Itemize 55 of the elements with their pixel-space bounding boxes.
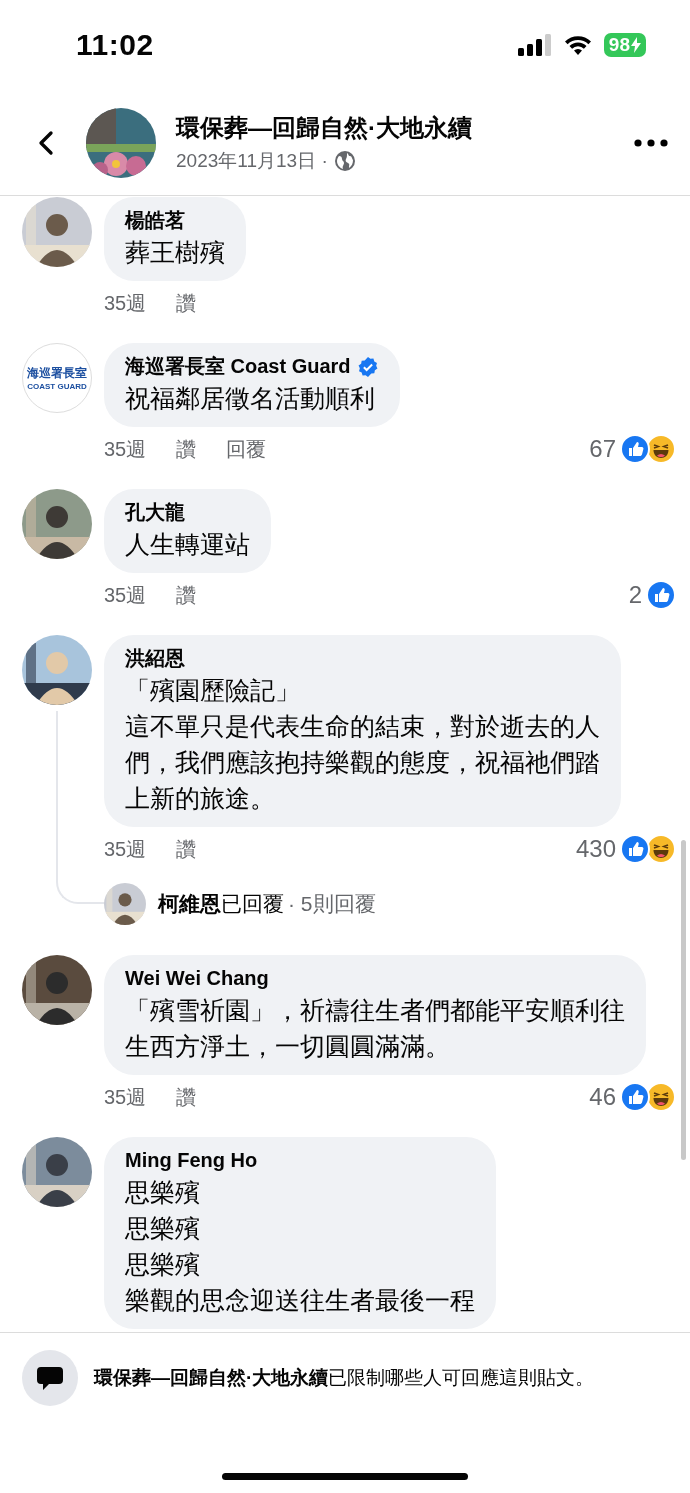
comment-text: 人生轉運站: [125, 529, 250, 560]
status-time: 11:02: [76, 28, 154, 62]
reaction-count[interactable]: 430: [575, 835, 616, 863]
logo-text: 海巡署長室: [27, 365, 87, 382]
comment-time: 35週: [104, 1084, 147, 1110]
reaction-count[interactable]: 2: [628, 581, 642, 609]
comment-text: 思樂殯: [125, 1213, 201, 1244]
signal-icon: [517, 34, 552, 56]
comment-text: 們，我們應該抱持樂觀的態度，祝福祂們踏: [125, 747, 600, 778]
comment-author[interactable]: Ming Feng Ho: [125, 1149, 258, 1172]
page-title[interactable]: 環保葬—回歸自然·大地永續: [176, 111, 614, 144]
comment-author[interactable]: 海巡署長室 Coast Guard: [125, 353, 351, 380]
laughing-emoji-icon: [646, 1082, 676, 1112]
replies-link[interactable]: 柯維恩已回覆: [158, 890, 284, 918]
like-reaction-icon: [620, 434, 650, 464]
restriction-notice: 環保葬—回歸自然·大地永續已限制哪些人可回應這則貼文。: [94, 1366, 595, 1390]
comment-text: 上新的旅途。: [125, 783, 276, 814]
like-reaction-icon: [620, 1082, 650, 1112]
comment-time: 35週: [104, 436, 147, 462]
like-reaction-icon: [620, 834, 650, 864]
reaction-count[interactable]: 67: [589, 435, 616, 463]
battery-indicator: 98: [603, 33, 646, 57]
comment-text: 葬王樹殯: [125, 237, 225, 268]
comment-text: 這不單只是代表生命的結束，對於逝去的人: [125, 711, 600, 742]
comment-text: 思樂殯: [125, 1177, 201, 1208]
like-button[interactable]: 讚: [176, 835, 197, 863]
comment-text: 「殯雪祈園」，祈禱往生者們都能平安順利往: [125, 995, 625, 1026]
like-button[interactable]: 讚: [176, 435, 197, 463]
comment-text: 樂觀的思念迎送往生者最後一程: [125, 1285, 475, 1316]
like-button[interactable]: 讚: [176, 1083, 197, 1111]
comment-author[interactable]: 孔大龍: [125, 499, 185, 526]
more-options-icon[interactable]: [634, 138, 668, 147]
laughing-emoji-icon: [646, 434, 676, 464]
reaction-count[interactable]: 46: [589, 1083, 616, 1111]
reply-count[interactable]: · 5則回覆: [288, 890, 376, 918]
reply-button[interactable]: 回覆: [226, 435, 267, 463]
comment-text: 「殯園歷險記」: [125, 675, 301, 706]
comment-text: 祝福鄰居徵名活動順利: [125, 383, 376, 414]
like-button[interactable]: 讚: [176, 289, 197, 317]
like-reaction-icon: [646, 580, 676, 610]
logo-subtext: COAST GUARD: [27, 382, 87, 391]
post-date: 2023年11月13日 ·: [176, 148, 328, 173]
comment-time: 35週: [104, 836, 147, 862]
comment-author[interactable]: 楊皓茗: [125, 207, 185, 234]
comment-text: 生西方淨土，一切圓圓滿滿。: [125, 1031, 451, 1062]
wifi-icon: [563, 34, 592, 56]
like-button[interactable]: 讚: [176, 581, 197, 609]
comment-time: 35週: [104, 582, 147, 608]
comment-icon: [22, 1350, 78, 1406]
comment-author[interactable]: Wei Wei Chang: [125, 967, 269, 990]
comment-author[interactable]: 洪紹恩: [125, 645, 185, 672]
comment-time: 35週: [104, 290, 147, 316]
globe-icon: [333, 149, 356, 172]
laughing-emoji-icon: [646, 834, 676, 864]
comment-text: 思樂殯: [125, 1249, 201, 1280]
